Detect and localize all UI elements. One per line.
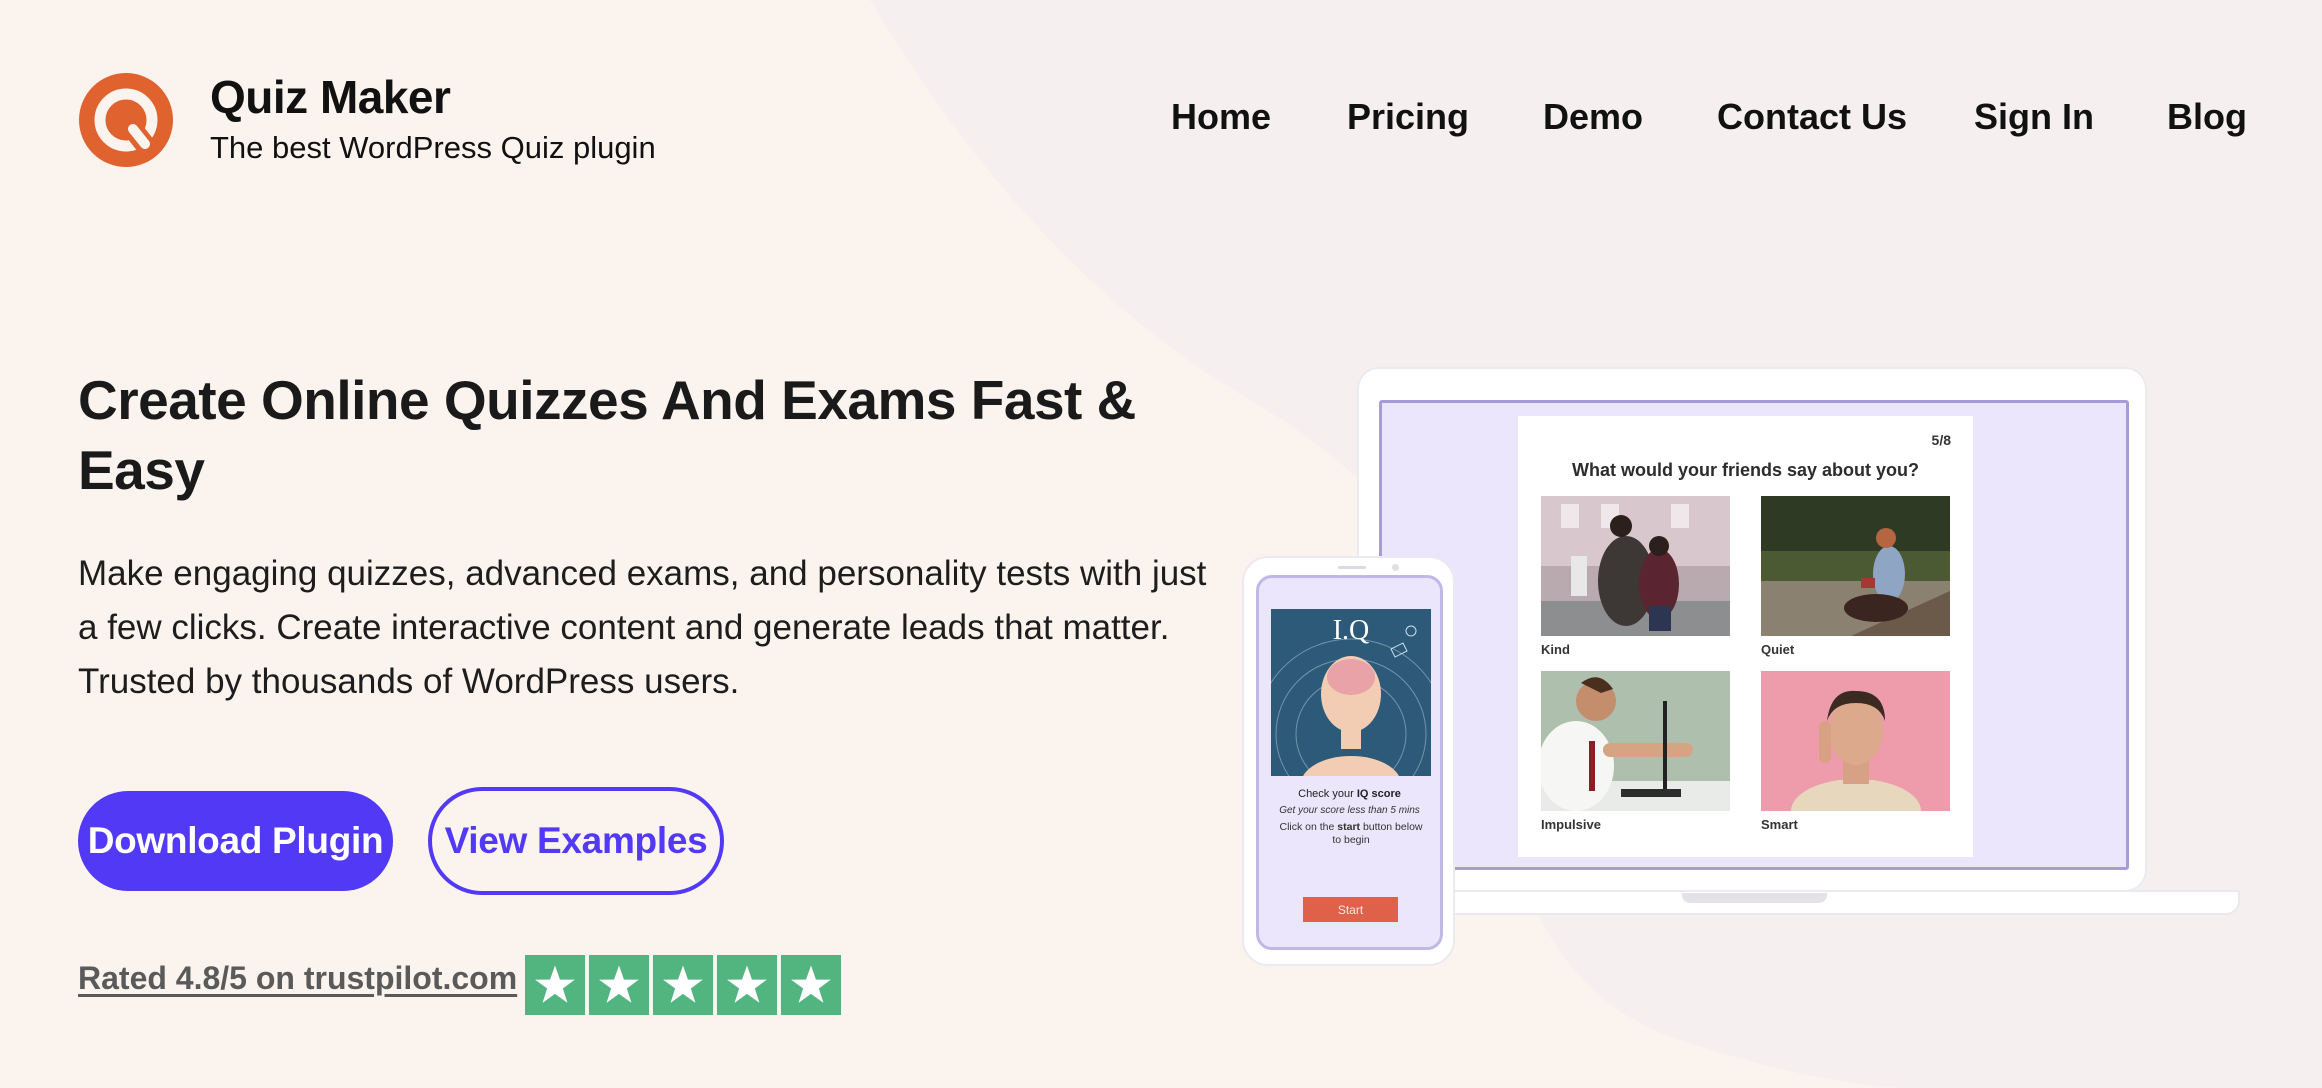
- laptop-screen: 5/8 What would your friends say about yo…: [1379, 400, 2129, 870]
- heading-bold: IQ score: [1356, 788, 1401, 800]
- phone-quiz-heading: Check your IQ score: [1259, 788, 1440, 800]
- brand-title[interactable]: Quiz Maker: [210, 70, 451, 124]
- nav-sign-in[interactable]: Sign In: [1974, 96, 2094, 138]
- quiz-card: 5/8 What would your friends say about yo…: [1518, 416, 1973, 857]
- instr-prefix: Click on the: [1279, 821, 1338, 833]
- laptop-notch: [1682, 893, 1827, 903]
- quiz-option-smart[interactable]: Smart: [1761, 671, 1950, 832]
- option-image-friends: [1541, 496, 1730, 636]
- phone-quiz-subtitle: Get your score less than 5 mins: [1279, 805, 1420, 816]
- option-label: Impulsive: [1541, 817, 1601, 832]
- nav-contact-us[interactable]: Contact Us: [1717, 96, 1907, 138]
- trustpilot-star-icon: [653, 955, 713, 1015]
- heading-prefix: Check your: [1298, 788, 1357, 800]
- phone-camera: [1392, 564, 1399, 571]
- hero-section: Create Online Quizzes And Exams Fast & E…: [78, 365, 1206, 709]
- option-label: Quiet: [1761, 642, 1795, 657]
- option-image-man-punching-laptop: [1541, 671, 1730, 811]
- quiz-option-kind[interactable]: Kind: [1541, 496, 1730, 657]
- trustpilot-star-icon: [589, 955, 649, 1015]
- phone-start-button[interactable]: Start: [1303, 897, 1398, 922]
- phone-mockup: I.Q Check your IQ score Get your score l…: [1242, 556, 1455, 966]
- laptop-mockup: 5/8 What would your friends say about yo…: [1357, 367, 2147, 892]
- nav-pricing[interactable]: Pricing: [1347, 96, 1469, 138]
- site-header: Quiz Maker The best WordPress Quiz plugi…: [0, 0, 2322, 200]
- quiz-option-quiet[interactable]: Quiet: [1761, 496, 1950, 657]
- trustpilot-stars: [525, 955, 841, 1015]
- iq-quiz-image: I.Q: [1271, 609, 1431, 776]
- view-examples-button[interactable]: View Examples: [428, 787, 724, 895]
- phone-speaker: [1338, 566, 1366, 569]
- nav-demo[interactable]: Demo: [1543, 96, 1643, 138]
- phone-screen: I.Q Check your IQ score Get your score l…: [1256, 575, 1443, 950]
- option-image-man-thinking: [1761, 671, 1950, 811]
- nav-home[interactable]: Home: [1171, 96, 1271, 138]
- phone-quiz-instructions: Click on the start button below to begin: [1277, 821, 1425, 847]
- quiz-question: What would your friends say about you?: [1571, 460, 1920, 480]
- hero-description: Make engaging quizzes, advanced exams, a…: [78, 554, 1207, 701]
- trustpilot-rating-link[interactable]: Rated 4.8/5 on trustpilot.com: [78, 960, 517, 997]
- instr-bold: start: [1337, 821, 1361, 833]
- option-label: Smart: [1761, 817, 1798, 832]
- option-label: Kind: [1541, 642, 1570, 657]
- quiz-maker-logo-icon[interactable]: [78, 72, 174, 168]
- trustpilot-star-icon: [525, 955, 585, 1015]
- iq-image-title: I.Q: [1332, 615, 1370, 646]
- quiz-progress-counter: 5/8: [1931, 432, 1951, 448]
- nav-blog[interactable]: Blog: [2167, 96, 2247, 138]
- trustpilot-star-icon: [781, 955, 841, 1015]
- hero-heading: Create Online Quizzes And Exams Fast & E…: [78, 369, 1136, 501]
- trustpilot-star-icon: [717, 955, 777, 1015]
- option-image-woman-reading: [1761, 496, 1950, 636]
- brand-tagline: The best WordPress Quiz plugin: [210, 130, 656, 165]
- download-plugin-button[interactable]: Download Plugin: [78, 791, 393, 891]
- quiz-option-impulsive[interactable]: Impulsive: [1541, 671, 1730, 832]
